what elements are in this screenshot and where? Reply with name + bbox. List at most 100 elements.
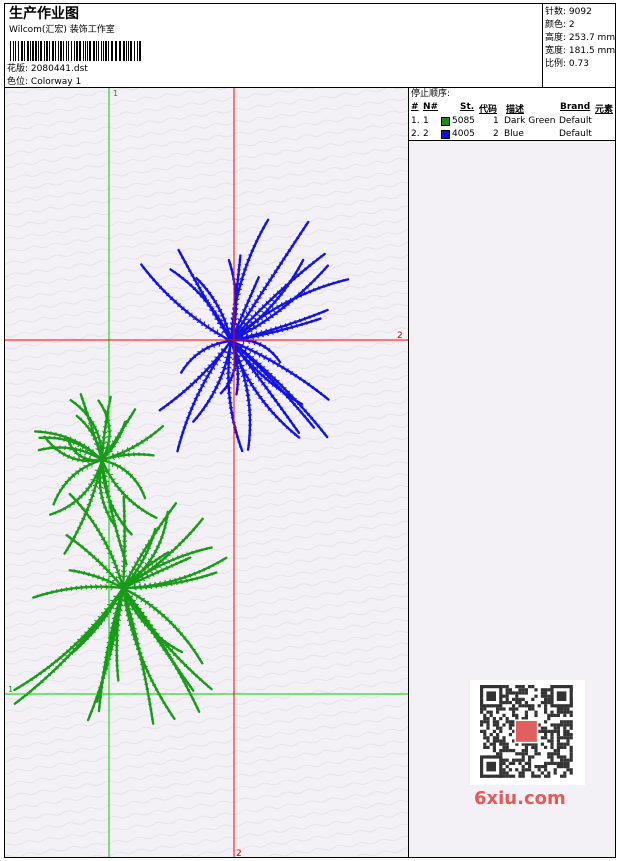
- stitch-barb: [165, 514, 168, 517]
- stitch-barb: [258, 315, 261, 319]
- stitch-barb: [126, 470, 130, 473]
- stitch-barb: [110, 599, 115, 602]
- stitch-barb: [165, 652, 167, 655]
- stitch-barb: [160, 561, 164, 563]
- stitch-barb: [152, 718, 155, 720]
- stitch-barb: [151, 571, 153, 576]
- stitch-barb: [274, 313, 278, 316]
- company-name: Wilcom(汇宏) 装饰工作室: [9, 25, 115, 35]
- stitch-barb: [241, 329, 246, 331]
- stitch-barb: [191, 550, 193, 554]
- col-brand: Brand: [560, 102, 591, 112]
- stitch-barb: [117, 464, 122, 467]
- stitch-barb: [264, 386, 267, 390]
- stitch-barb: [183, 677, 185, 680]
- stitch-barb: [83, 408, 87, 410]
- stitch-barb: [213, 332, 218, 335]
- stitch-barb: [200, 383, 204, 386]
- stitch-barb: [264, 404, 267, 408]
- stitch-barb: [72, 496, 75, 499]
- stitch-barb: [155, 688, 159, 690]
- stitch-barb: [290, 430, 292, 433]
- stitch-barb: [267, 390, 270, 394]
- stitch-barb: [294, 297, 298, 300]
- stitch-barb: [105, 469, 108, 474]
- stitch-barb: [150, 563, 154, 565]
- stitch-barb: [258, 343, 261, 347]
- stitch-barb: [197, 388, 201, 391]
- stitch-barb: [136, 609, 139, 614]
- qr-code: [470, 680, 585, 785]
- stop-row: 2. 2 4005 2 Blue Default: [411, 129, 592, 139]
- stitch-barb: [113, 595, 118, 598]
- stitch-barb: [237, 332, 242, 335]
- stitch-barb: [139, 613, 142, 618]
- stitch-barb: [152, 567, 156, 570]
- stitch-barb: [279, 407, 282, 411]
- stitch-barb: [285, 299, 287, 303]
- stitch-barb: [308, 315, 310, 318]
- stitch-barb: [179, 441, 182, 444]
- stitch-barb: [245, 305, 249, 308]
- stitch-barb: [302, 290, 305, 293]
- stitch-barb: [304, 224, 307, 227]
- stitch-barb: [177, 305, 181, 307]
- stitch-barb: [158, 429, 161, 431]
- stitch-barb: [79, 467, 83, 470]
- stitch-barb: [151, 713, 154, 715]
- stitch-barb: [195, 707, 198, 709]
- stitch-barb: [156, 564, 160, 567]
- stitch-barb: [122, 467, 126, 470]
- stitch-barb: [136, 594, 141, 597]
- stitch-barb: [159, 637, 161, 641]
- stitch-barb: [166, 705, 169, 708]
- stitch-barb: [149, 674, 152, 677]
- stitch-barb: [127, 596, 130, 601]
- stitch-barb: [162, 641, 165, 645]
- stitch-barb: [219, 371, 224, 374]
- stitch-barb: [116, 513, 119, 516]
- stitch-barb: [87, 637, 89, 641]
- stitch-barb: [114, 571, 119, 574]
- stitch-barb: [146, 669, 150, 672]
- stitch-barb: [134, 611, 136, 615]
- red-guide-label-right: 2: [397, 331, 403, 341]
- stitch-barb: [324, 395, 327, 397]
- stitch-barb: [298, 294, 302, 296]
- stitch-barb: [130, 600, 133, 605]
- stitch-barb: [176, 555, 179, 559]
- stitch-barb: [174, 665, 176, 668]
- stitch-barb: [126, 447, 129, 451]
- stitch-barb: [206, 548, 209, 550]
- stitch-barb: [287, 249, 290, 252]
- stitch-barb: [332, 283, 335, 285]
- stitch-barb: [278, 419, 281, 423]
- col-num: #: [411, 102, 419, 112]
- col-element: 元素: [595, 105, 614, 115]
- stitch-barb: [180, 673, 182, 676]
- stat-colors: 颜色: 2: [545, 20, 575, 30]
- stitch-barb: [113, 509, 117, 511]
- stitch-barb: [103, 608, 108, 610]
- stitch-barb: [202, 379, 206, 382]
- stitch-barb: [165, 565, 168, 569]
- color-swatch-green: [441, 117, 450, 126]
- stitch-barb: [94, 630, 96, 633]
- stitch-barb: [187, 265, 190, 268]
- stitch-barb: [168, 656, 170, 660]
- stitch-barb: [261, 400, 264, 404]
- barcode: [10, 41, 141, 61]
- stitch-barb: [250, 363, 254, 365]
- stitch-barb: [312, 313, 315, 316]
- stitch-barb: [315, 388, 319, 391]
- stitch-barb: [145, 621, 148, 626]
- stitch-barb: [162, 518, 165, 521]
- stitch-barb: [121, 449, 124, 453]
- stitch-barb: [276, 304, 278, 308]
- colorway-value: Colorway 1: [30, 77, 82, 87]
- stitch-barb: [171, 660, 173, 664]
- stitch-barb: [156, 569, 158, 573]
- stat-width: 宽度: 181.5 mm: [545, 46, 616, 56]
- stitch-barb: [159, 522, 162, 525]
- stitch-barb: [317, 311, 320, 314]
